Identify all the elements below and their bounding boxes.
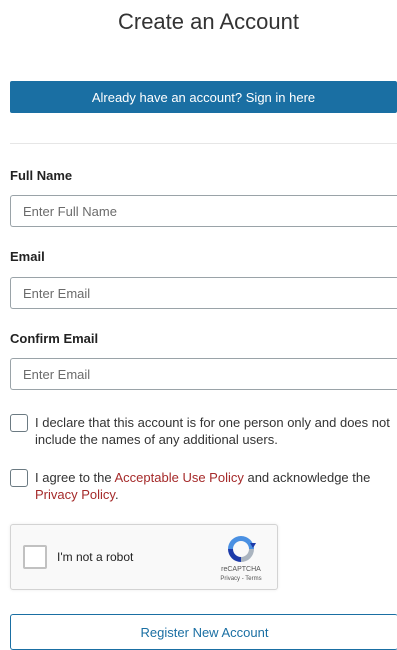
recaptcha-terms-link[interactable]: Privacy - Terms bbox=[206, 576, 276, 582]
email-label: Email bbox=[10, 249, 45, 264]
recaptcha-checkbox[interactable] bbox=[23, 545, 47, 569]
declare-text: I declare that this account is for one p… bbox=[35, 415, 390, 447]
agree-middle: and acknowledge the bbox=[243, 470, 371, 485]
full-name-input[interactable] bbox=[10, 195, 397, 227]
agree-suffix: . bbox=[114, 487, 119, 502]
agree-prefix: I agree to the bbox=[35, 470, 115, 485]
agree-checkbox[interactable] bbox=[10, 469, 28, 487]
recaptcha-label: I'm not a robot bbox=[57, 550, 134, 564]
page-title: Create an Account bbox=[117, 9, 299, 34]
divider bbox=[10, 143, 397, 144]
sign-in-button[interactable]: Already have an account? Sign in here bbox=[10, 81, 397, 113]
confirm-email-label: Confirm Email bbox=[10, 331, 99, 346]
acceptable-use-policy-link[interactable]: Acceptable Use Policy bbox=[115, 470, 244, 485]
privacy-policy-link[interactable]: Privacy Policy bbox=[35, 487, 115, 502]
recaptcha-brand: reCAPTCHA bbox=[221, 566, 261, 573]
confirm-email-input[interactable] bbox=[10, 358, 397, 390]
recaptcha-widget: I'm not a robot reCAPTCHA Privacy - Term… bbox=[10, 524, 278, 590]
full-name-label: Full Name bbox=[10, 168, 73, 183]
register-button[interactable]: Register New Account bbox=[10, 614, 397, 650]
declare-checkbox[interactable] bbox=[10, 414, 28, 432]
recaptcha-logo-icon bbox=[228, 536, 256, 562]
email-input[interactable] bbox=[10, 277, 397, 309]
agree-text: I agree to the Acceptable Use Policy and… bbox=[35, 469, 395, 503]
